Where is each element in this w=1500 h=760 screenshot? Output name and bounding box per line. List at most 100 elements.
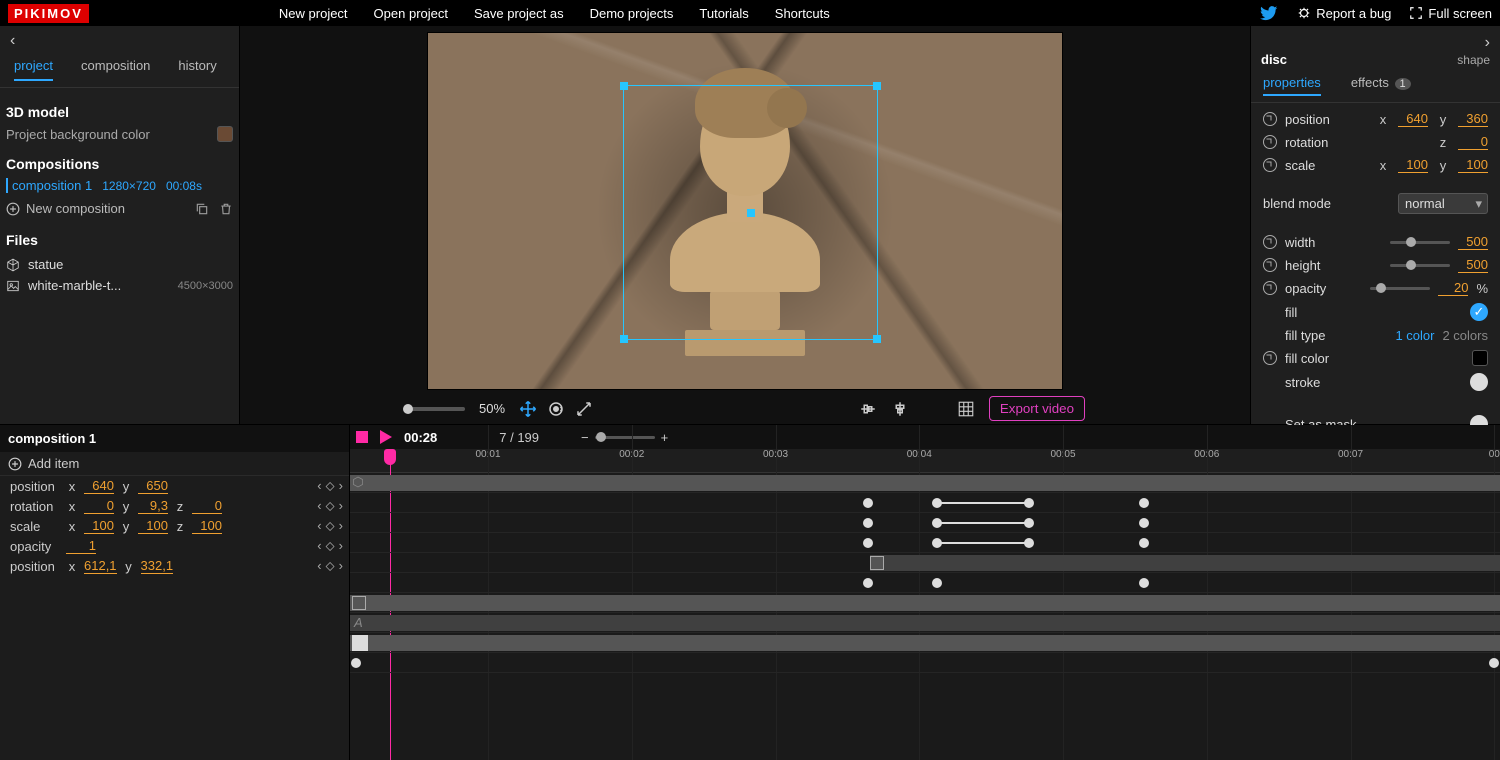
duplicate-icon[interactable]: [195, 202, 209, 216]
menu-tutorials[interactable]: Tutorials: [699, 6, 748, 21]
track[interactable]: [350, 473, 1500, 493]
prop-value-input[interactable]: 9,3: [138, 498, 168, 514]
height-input[interactable]: 500: [1458, 257, 1488, 273]
track[interactable]: A: [350, 613, 1500, 633]
blend-mode-select[interactable]: normal: [1398, 193, 1488, 214]
menu-shortcuts[interactable]: Shortcuts: [775, 6, 830, 21]
prev-key-icon[interactable]: ‹: [317, 558, 321, 574]
track[interactable]: [350, 553, 1500, 573]
next-key-icon[interactable]: ›: [339, 518, 343, 534]
align-horizontal-icon[interactable]: [859, 400, 877, 418]
play-button[interactable]: [380, 430, 392, 444]
next-key-icon[interactable]: ›: [339, 538, 343, 554]
prop-value-input[interactable]: 332,1: [141, 558, 174, 574]
add-key-icon[interactable]: ⬦: [326, 498, 335, 514]
zoom-in-icon[interactable]: +: [661, 430, 669, 445]
next-key-icon[interactable]: ›: [339, 498, 343, 514]
grid-icon[interactable]: [957, 400, 975, 418]
menu-demo-projects[interactable]: Demo projects: [590, 6, 674, 21]
panel-back-icon[interactable]: ‹: [0, 26, 239, 50]
keyframe-icon[interactable]: [1263, 351, 1277, 365]
prop-value-input[interactable]: 100: [84, 518, 114, 534]
menu-new-project[interactable]: New project: [279, 6, 348, 21]
prev-key-icon[interactable]: ‹: [317, 538, 321, 554]
prop-value-input[interactable]: 1: [66, 538, 96, 554]
next-key-icon[interactable]: ›: [339, 558, 343, 574]
fullscreen-button[interactable]: Full screen: [1409, 6, 1492, 21]
prop-value-input[interactable]: 612,1: [84, 558, 117, 574]
scale-x-input[interactable]: 100: [1398, 157, 1428, 173]
opacity-slider[interactable]: [1370, 287, 1430, 290]
keyframe-icon[interactable]: [1263, 135, 1277, 149]
rotate-tool-icon[interactable]: [547, 400, 565, 418]
track[interactable]: [350, 633, 1500, 653]
track[interactable]: [350, 513, 1500, 533]
add-key-icon[interactable]: ⬦: [326, 518, 335, 534]
selection-box[interactable]: [623, 85, 878, 340]
file-item[interactable]: white-marble-t... 4500×3000: [6, 275, 233, 296]
tab-project[interactable]: project: [14, 58, 53, 81]
menu-save-as[interactable]: Save project as: [474, 6, 564, 21]
composition-item[interactable]: composition 1 1280×720 00:08s: [6, 178, 233, 193]
tab-history[interactable]: history: [178, 58, 216, 81]
prop-value-input[interactable]: 650: [138, 478, 168, 494]
stroke-toggle[interactable]: [1470, 373, 1488, 391]
rotation-z-input[interactable]: 0: [1458, 134, 1488, 150]
add-key-icon[interactable]: ⬦: [326, 538, 335, 554]
prev-key-icon[interactable]: ‹: [317, 518, 321, 534]
timeline-zoom-slider[interactable]: [595, 436, 655, 439]
fill-toggle[interactable]: ✓: [1470, 303, 1488, 321]
move-tool-icon[interactable]: [519, 400, 537, 418]
keyframe-icon[interactable]: [1263, 112, 1277, 126]
export-video-button[interactable]: Export video: [989, 396, 1085, 421]
add-composition-icon[interactable]: [6, 202, 20, 216]
prop-value-input[interactable]: 0: [192, 498, 222, 514]
add-key-icon[interactable]: ⬦: [326, 558, 335, 574]
scale-y-input[interactable]: 100: [1458, 157, 1488, 173]
keyframe-icon[interactable]: [1263, 281, 1277, 295]
track[interactable]: [350, 653, 1500, 673]
track[interactable]: [350, 533, 1500, 553]
track[interactable]: [350, 573, 1500, 593]
height-slider[interactable]: [1390, 264, 1450, 267]
twitter-icon[interactable]: [1259, 3, 1279, 23]
prev-key-icon[interactable]: ‹: [317, 478, 321, 494]
report-bug-button[interactable]: Report a bug: [1297, 6, 1391, 21]
filltype-2colors[interactable]: 2 colors: [1442, 328, 1488, 343]
menu-open-project[interactable]: Open project: [374, 6, 448, 21]
zoom-slider[interactable]: [405, 407, 465, 411]
position-y-input[interactable]: 360: [1458, 111, 1488, 127]
timeline-ruler[interactable]: 00:0100:0200:0300:0400:0500:0600:0700: [350, 449, 1500, 473]
zoom-out-icon[interactable]: −: [581, 430, 589, 445]
file-item[interactable]: statue: [6, 254, 233, 275]
prop-value-input[interactable]: 0: [84, 498, 114, 514]
keyframe-icon[interactable]: [1263, 158, 1277, 172]
stop-button[interactable]: [356, 431, 368, 443]
fillcolor-swatch[interactable]: [1472, 350, 1488, 366]
prev-key-icon[interactable]: ‹: [317, 498, 321, 514]
position-x-input[interactable]: 640: [1398, 111, 1428, 127]
tab-composition[interactable]: composition: [81, 58, 150, 81]
panel-collapse-icon[interactable]: ›: [1251, 34, 1500, 52]
delete-icon[interactable]: [219, 202, 233, 216]
new-composition-button[interactable]: New composition: [26, 201, 125, 216]
prop-value-input[interactable]: 100: [192, 518, 222, 534]
width-slider[interactable]: [1390, 241, 1450, 244]
align-vertical-icon[interactable]: [891, 400, 909, 418]
prop-value-input[interactable]: 640: [84, 478, 114, 494]
keyframe-icon[interactable]: [1263, 258, 1277, 272]
opacity-input[interactable]: 20: [1438, 280, 1468, 296]
tab-effects[interactable]: effects 1: [1351, 75, 1411, 96]
tab-properties[interactable]: properties: [1263, 75, 1321, 96]
filltype-1color[interactable]: 1 color: [1395, 328, 1434, 343]
keyframe-icon[interactable]: [1263, 235, 1277, 249]
track[interactable]: [350, 593, 1500, 613]
canvas[interactable]: [427, 32, 1063, 390]
track[interactable]: [350, 493, 1500, 513]
bgcolor-swatch[interactable]: [217, 126, 233, 142]
add-item-button[interactable]: Add item: [0, 452, 349, 476]
add-key-icon[interactable]: ⬦: [326, 478, 335, 494]
next-key-icon[interactable]: ›: [339, 478, 343, 494]
width-input[interactable]: 500: [1458, 234, 1488, 250]
prop-value-input[interactable]: 100: [138, 518, 168, 534]
